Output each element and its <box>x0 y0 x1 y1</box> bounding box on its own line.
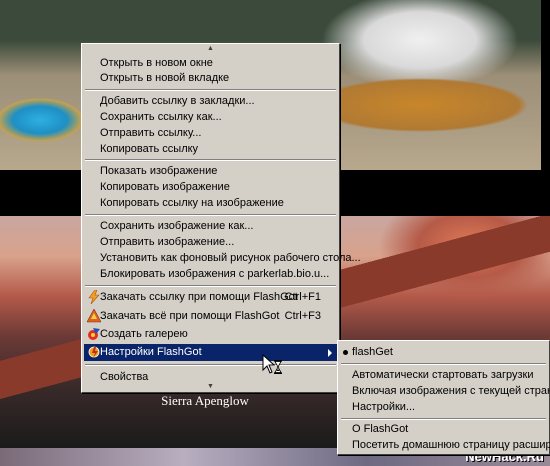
shortcut-ctrl-f1: Ctrl+F1 <box>284 291 321 303</box>
menu-separator <box>85 159 336 161</box>
flashgot-settings-icon <box>88 346 100 358</box>
menu-open-new-tab[interactable]: Открыть в новой вкладке <box>84 70 337 87</box>
menu-save-link[interactable]: Сохранить ссылку как... <box>84 109 337 126</box>
menu-flashgot-create-gallery[interactable]: Создать галерею <box>84 326 337 343</box>
scroll-down-arrow-icon[interactable]: ▼ <box>82 383 339 390</box>
photo-caption: Sierra Apenglow <box>161 393 249 408</box>
submenu-auto-start[interactable]: Автоматически стартовать загрузки <box>340 367 547 384</box>
scroll-up-arrow-icon[interactable]: ▲ <box>82 45 339 52</box>
menu-send-link[interactable]: Отправить ссылку... <box>84 125 337 142</box>
menu-separator <box>85 364 336 366</box>
menu-copy-image[interactable]: Копировать изображение <box>84 179 337 196</box>
menu-block-images[interactable]: Блокировать изображения с parkerlab.bio.… <box>84 266 337 283</box>
menu-flashgot-download-link-label: Закачать ссылку при помощи FlashGot <box>100 291 298 303</box>
submenu-flashget[interactable]: flashGet <box>340 344 547 361</box>
submenu-flashget-label: flashGet <box>352 346 393 358</box>
radio-bullet-icon <box>343 350 348 355</box>
menu-separator <box>85 285 336 287</box>
menu-set-wallpaper[interactable]: Установить как фоновый рисунок рабочего … <box>84 250 361 267</box>
menu-separator <box>85 89 336 91</box>
menu-separator <box>341 363 546 365</box>
submenu-settings[interactable]: Настройки... <box>340 399 547 416</box>
gallery-icon <box>88 328 100 340</box>
menu-copy-link[interactable]: Копировать ссылку <box>84 141 337 158</box>
menu-bookmark-link[interactable]: Добавить ссылку в закладки... <box>84 93 337 110</box>
menu-show-image[interactable]: Показать изображение <box>84 163 337 180</box>
flashgot-download-all-icon <box>87 309 101 323</box>
flashgot-lightning-icon <box>88 290 100 304</box>
submenu-homepage[interactable]: Посетить домашнюю страницу расширения <box>340 437 550 454</box>
menu-flashgot-settings-label: Настройки FlashGot <box>100 346 202 358</box>
context-menu: ▲ Открыть в новом окне Открыть в новой в… <box>81 43 361 393</box>
menu-flashgot-settings[interactable]: Настройки FlashGot <box>84 344 337 361</box>
submenu-about[interactable]: О FlashGot <box>340 421 547 438</box>
menu-copy-image-link[interactable]: Копировать ссылку на изображение <box>84 195 337 212</box>
hourglass-cursor-icon <box>262 354 282 374</box>
menu-flashgot-download-link[interactable]: Закачать ссылку при помощи FlashGot Ctrl… <box>84 289 337 306</box>
submenu-arrow-icon <box>328 349 332 357</box>
menu-send-image[interactable]: Отправить изображение... <box>84 234 337 251</box>
submenu-include-images[interactable]: Включая изображения с текущей страницы <box>340 383 550 400</box>
shortcut-ctrl-f3: Ctrl+F3 <box>284 310 321 322</box>
menu-flashgot-download-all[interactable]: Закачать всё при помощи FlashGot Ctrl+F3 <box>84 308 337 325</box>
menu-save-image[interactable]: Сохранить изображение как... <box>84 218 337 235</box>
menu-separator <box>341 418 546 420</box>
menu-flashgot-create-gallery-label: Создать галерею <box>100 328 188 340</box>
menu-flashgot-download-all-label: Закачать всё при помощи FlashGot <box>100 310 280 322</box>
flashgot-settings-submenu: flashGet Автоматически стартовать загруз… <box>337 340 550 455</box>
menu-separator <box>85 214 336 216</box>
